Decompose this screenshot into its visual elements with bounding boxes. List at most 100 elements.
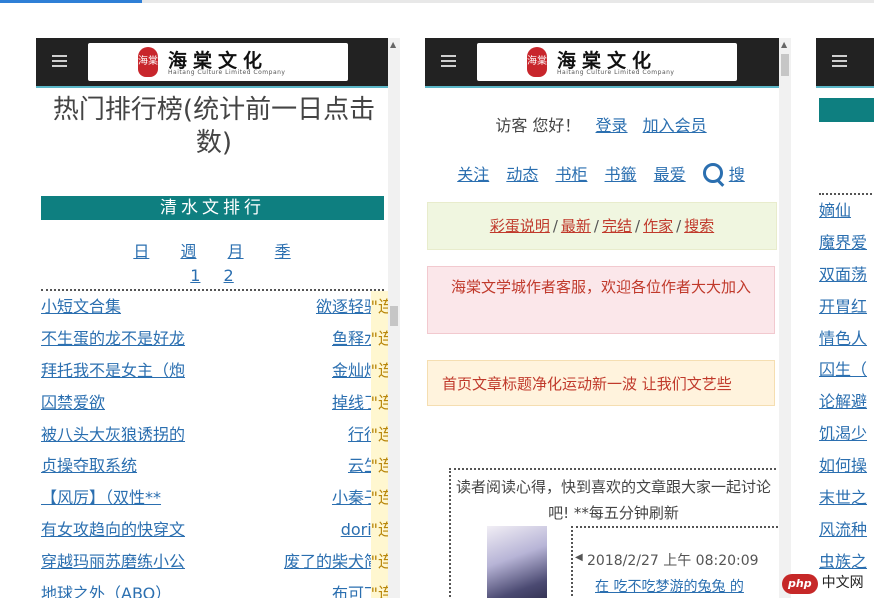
logo-seal-icon: 海棠 <box>527 47 547 77</box>
list-item[interactable]: 如何操 <box>819 450 874 482</box>
list-item[interactable]: 魔界爱 <box>819 227 874 259</box>
user-avatar[interactable] <box>487 526 547 598</box>
scrollbar-thumb[interactable] <box>390 306 398 326</box>
hamburger-menu-icon[interactable] <box>441 55 456 67</box>
book-title-link[interactable]: 被八头大灰狼诱拐的 <box>41 419 185 451</box>
list-item[interactable]: 双面荡 <box>819 259 874 291</box>
chevron-left-icon: ◀ <box>575 552 583 563</box>
list-item: 有女攻趋向的快穿文doris"连载 <box>41 514 400 547</box>
pagination: 1 2 <box>36 266 388 285</box>
site-header <box>816 38 874 86</box>
book-title-link[interactable]: 地球之外（ABO） <box>41 578 171 598</box>
hamburger-menu-icon[interactable] <box>832 55 847 67</box>
title-cleanup-text: 首页文章标题净化运动新一波 让我们文艺些 <box>442 375 732 393</box>
nav-bookshelf[interactable]: 书柜 <box>555 165 587 184</box>
section-band <box>819 98 874 122</box>
book-title-link[interactable]: 囚禁爱欲 <box>41 387 105 419</box>
book-title-link[interactable]: 不生蛋的龙不是好龙 <box>41 323 185 355</box>
search-link[interactable]: 搜 <box>729 165 745 184</box>
site-header: 海棠 海棠文化 Haitang Culture Limited Company <box>425 38 791 86</box>
ranking-list: 小短文合集欲逐轻骑"连载 不生蛋的龙不是好龙鱼释水"连载 拜托我不是女主（炮金灿… <box>41 289 400 598</box>
review-post: ◀ 2018/2/27 上午 08:20:09 在 吃不吃梦游的兔兔 的 <box>571 526 778 598</box>
hamburger-menu-icon[interactable] <box>52 55 67 67</box>
list-item[interactable]: 开胃红 <box>819 291 874 323</box>
site-watermark: php 中文网 <box>782 572 864 594</box>
nav-follow[interactable]: 关注 <box>457 165 489 184</box>
list-item[interactable]: 囚生（ <box>819 354 874 386</box>
book-title-link[interactable]: 【风厉】（双性** <box>41 482 161 514</box>
tab-season[interactable]: 季 <box>275 238 291 262</box>
author-service-text: 海棠文学城作者客服，欢迎各位作者大大加入 <box>450 278 751 296</box>
active-tab-indicator[interactable] <box>0 0 142 3</box>
list-item: 穿越玛丽苏磨练小公废了的柴犬简"连载 <box>41 546 400 579</box>
book-title-link[interactable]: 贞操夺取系统 <box>41 450 137 482</box>
logo-english: Haitang Culture Limited Company <box>557 69 675 76</box>
login-link[interactable]: 登录 <box>596 116 628 135</box>
scroll-up-arrow-icon[interactable]: ▲ <box>390 41 396 49</box>
guest-greeting: 访客 您好！ <box>495 116 581 135</box>
completed-link[interactable]: 完结 <box>602 217 632 235</box>
nav-favorites[interactable]: 最爱 <box>654 165 686 184</box>
search-text-link[interactable]: 搜索 <box>684 217 714 235</box>
browser-tab-strip <box>0 0 874 3</box>
list-item: 小短文合集欲逐轻骑"连载 <box>41 291 400 323</box>
watermark-logo: php <box>782 574 818 594</box>
scrollbar-thumb[interactable] <box>781 54 789 76</box>
reader-reviews-panel: 读者阅读心得，快到喜欢的文章跟大家一起讨论吧! **每五分钟刷新 ◀ 2018/… <box>449 468 778 598</box>
scroll-up-arrow-icon[interactable]: ▲ <box>781 41 787 49</box>
period-tabs: 日 週 月 季 <box>36 238 388 262</box>
ranking-list: 嫡仙 魔界爱 双面荡 开胃红 情色人 囚生（ 论解避 饥渴少 如何操 末世之 风… <box>819 193 874 578</box>
join-member-link[interactable]: 加入会员 <box>643 116 707 135</box>
section-band: 清水文排行 <box>41 196 384 220</box>
tab-day[interactable]: 日 <box>133 238 149 262</box>
list-item: 地球之外（ABO）布可丁"连载 <box>41 578 400 598</box>
reader-reviews-heading: 读者阅读心得，快到喜欢的文章跟大家一起讨论吧! **每五分钟刷新 <box>455 478 771 522</box>
author-service-notice[interactable]: 海棠文学城作者客服，欢迎各位作者大大加入 <box>427 266 775 334</box>
list-item[interactable]: 风流种 <box>819 514 874 546</box>
list-item[interactable]: 情色人 <box>819 323 874 355</box>
search-icon[interactable] <box>702 163 723 183</box>
list-item[interactable]: 论解避 <box>819 386 874 418</box>
authors-link[interactable]: 作家 <box>643 217 673 235</box>
site-logo[interactable]: 海棠 海棠文化 Haitang Culture Limited Company <box>477 43 737 81</box>
title-cleanup-notice[interactable]: 首页文章标题净化运动新一波 让我们文艺些 <box>427 360 775 406</box>
list-item[interactable]: 末世之 <box>819 482 874 514</box>
scrollbar[interactable]: ▲ <box>388 38 400 598</box>
egg-info-link[interactable]: 彩蛋说明 <box>490 217 550 235</box>
tab-week[interactable]: 週 <box>180 238 196 262</box>
book-title-link[interactable]: 小短文合集 <box>41 291 121 323</box>
ranking-screen: 海棠 海棠文化 Haitang Culture Limited Company … <box>36 38 400 598</box>
list-item: 贞操夺取系统云生"连载 <box>41 450 400 483</box>
site-header: 海棠 海棠文化 Haitang Culture Limited Company <box>36 38 400 86</box>
latest-link[interactable]: 最新 <box>561 217 591 235</box>
home-screen: 海棠 海棠文化 Haitang Culture Limited Company … <box>425 38 791 598</box>
book-title-link[interactable]: 穿越玛丽苏磨练小公 <box>41 546 185 578</box>
list-item[interactable]: 嫡仙 <box>819 195 874 227</box>
logo-english: Haitang Culture Limited Company <box>168 69 286 76</box>
tab-month[interactable]: 月 <box>228 238 244 262</box>
book-title-link[interactable]: 拜托我不是女主（炮 <box>41 355 185 387</box>
greeting-line: 访客 您好！ 登录 加入会员 <box>425 112 777 136</box>
list-item: 囚禁爱欲掉线了"连载 <box>41 386 400 419</box>
list-item: 【风厉】（双性**小秦子"连载 <box>41 482 400 515</box>
post-timestamp: 2018/2/27 上午 08:20:09 <box>587 553 759 569</box>
list-item: 拜托我不是女主（炮金灿灿"连载 <box>41 354 400 387</box>
logo-seal-icon: 海棠 <box>138 47 158 77</box>
scrollbar[interactable]: ▲ <box>779 38 791 598</box>
site-logo[interactable]: 海棠 海棠文化 Haitang Culture Limited Company <box>88 43 348 81</box>
author-link[interactable]: 废了的柴犬简 <box>284 546 380 578</box>
header-divider <box>816 86 874 88</box>
quick-links-box: 彩蛋说明 / 最新 / 完结 / 作家 / 搜索 <box>427 202 777 250</box>
user-nav: 关注 动态 书柜 书籤 最爱 搜 <box>425 160 777 185</box>
page-link-2[interactable]: 2 <box>224 266 234 285</box>
list-item: 被八头大灰狼诱拐的行行"连载 <box>41 418 400 451</box>
book-title-link[interactable]: 有女攻趋向的快穿文 <box>41 514 185 546</box>
header-divider <box>425 86 791 88</box>
page-link-1[interactable]: 1 <box>190 266 200 285</box>
header-divider <box>36 86 400 88</box>
nav-activity[interactable]: 动态 <box>506 165 538 184</box>
nav-bookmarks[interactable]: 书籤 <box>605 165 637 184</box>
list-item: 不生蛋的龙不是好龙鱼释水"连载 <box>41 322 400 355</box>
list-item[interactable]: 饥渴少 <box>819 418 874 450</box>
post-snippet-link[interactable]: 在 吃不吃梦游的兔兔 的 <box>595 576 744 596</box>
